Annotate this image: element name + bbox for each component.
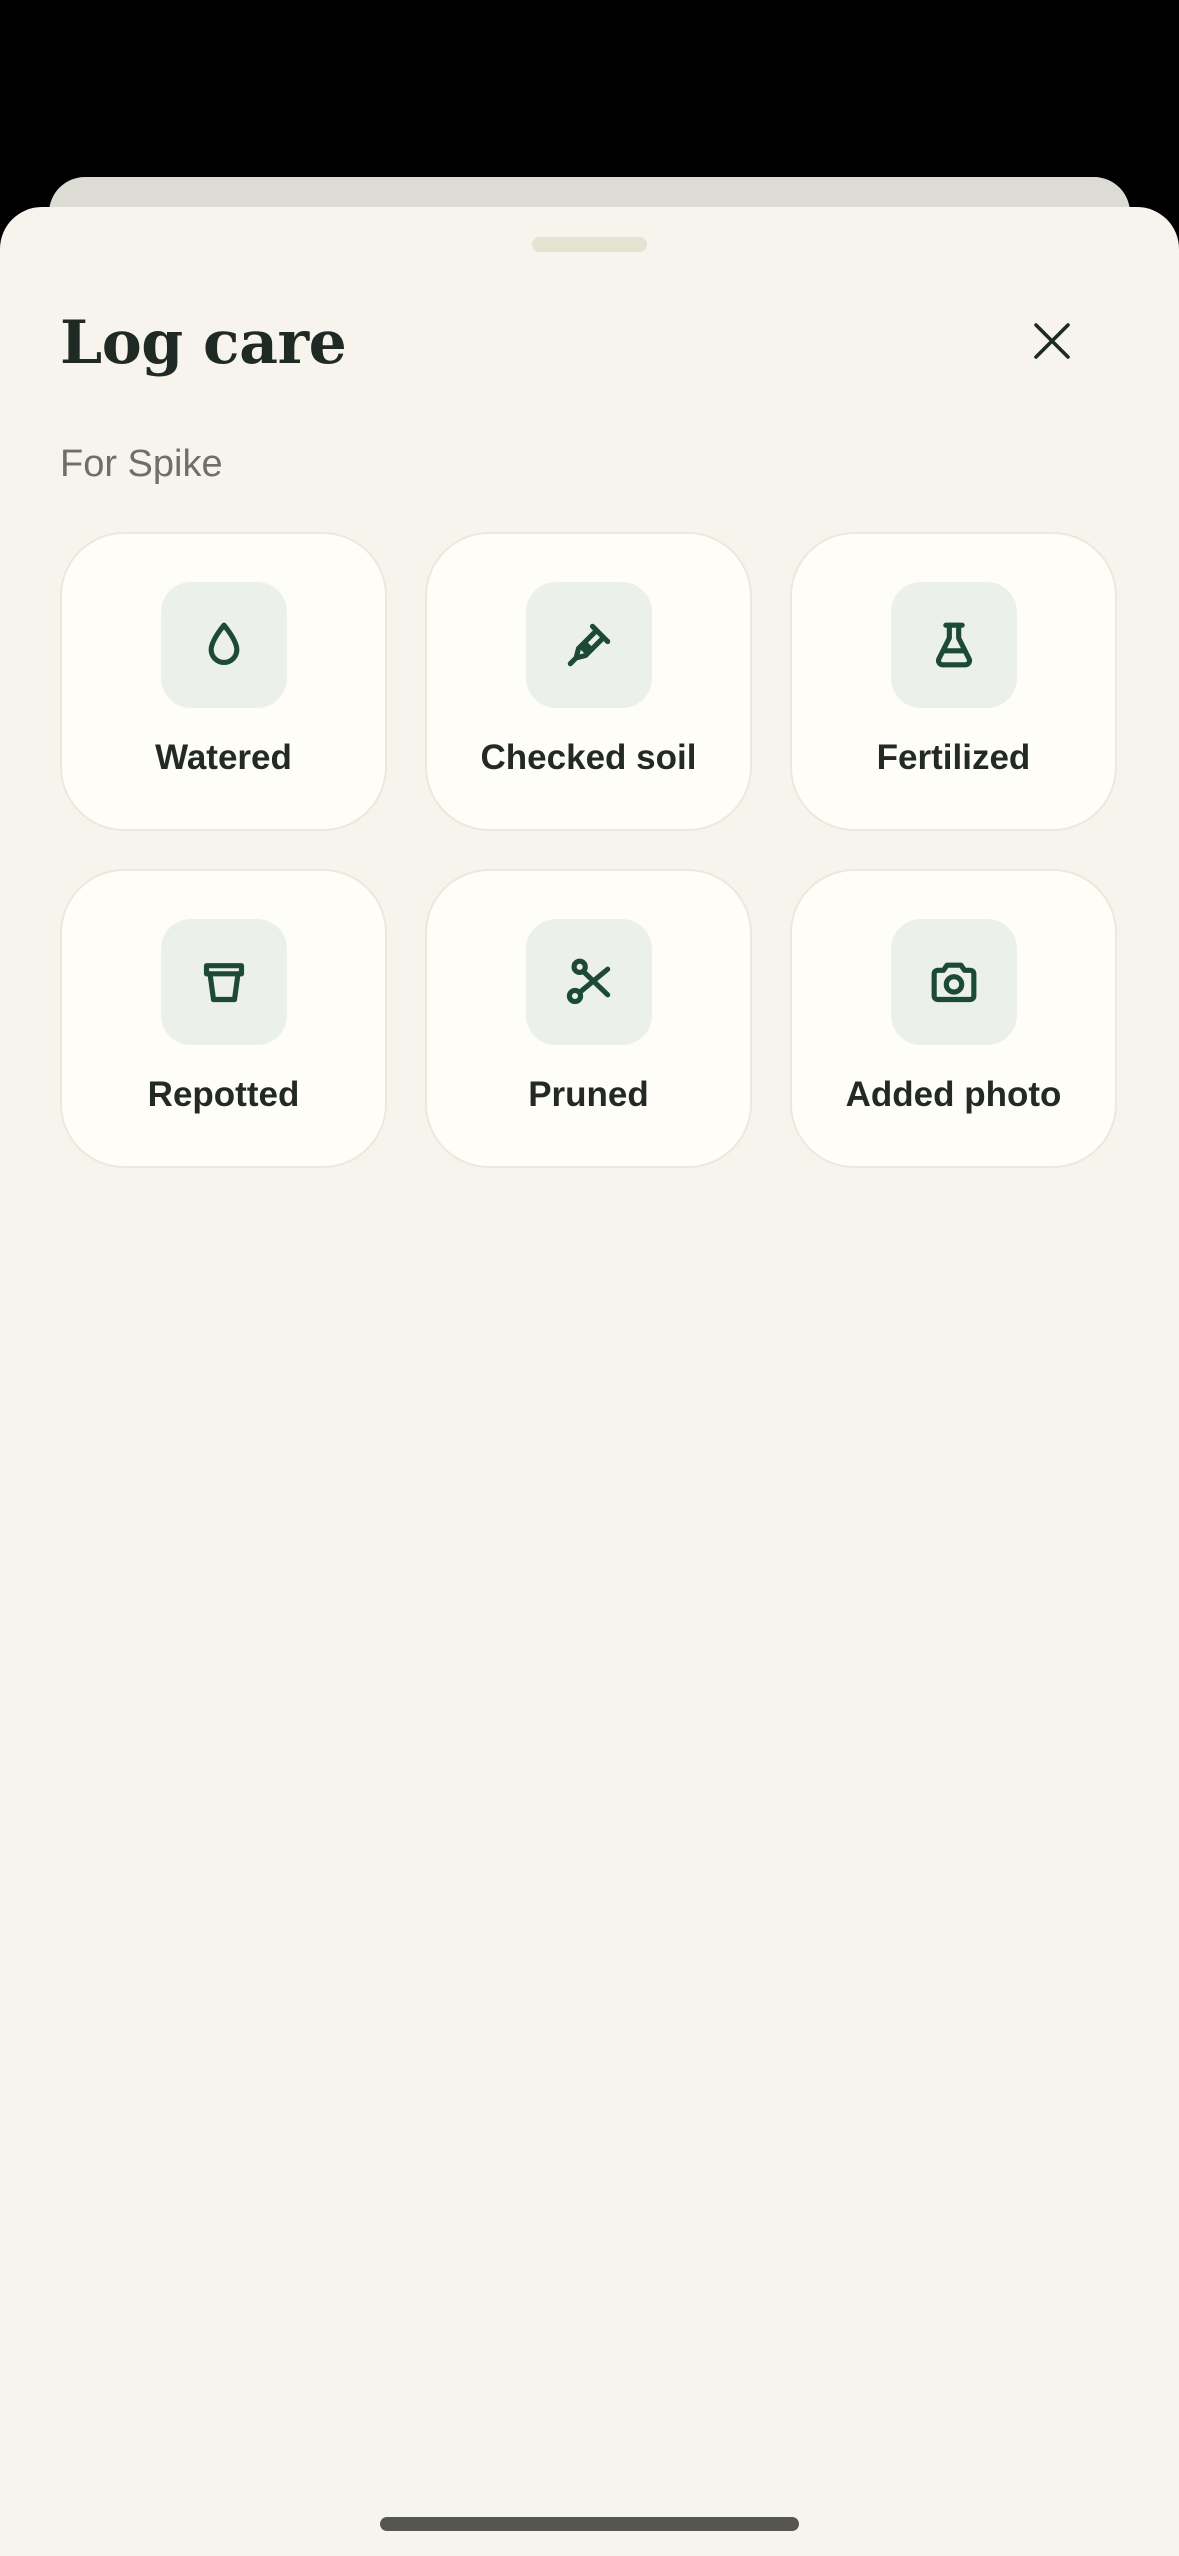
pot-icon xyxy=(203,963,244,1003)
home-indicator[interactable] xyxy=(380,2517,799,2531)
flask-icon xyxy=(935,622,972,668)
water-drop-icon xyxy=(208,622,239,666)
tile-icon-chip xyxy=(525,582,652,708)
plant-name-subtitle: For Spike xyxy=(60,443,223,485)
checked-soil-button[interactable]: Checked soil xyxy=(425,532,752,831)
tile-label: Checked soil xyxy=(480,738,697,777)
tile-label: Fertilized xyxy=(876,738,1031,777)
log-care-sheet: Log care For Spike Watered Checked soil … xyxy=(0,207,1179,2556)
sheet-grabber[interactable] xyxy=(532,237,647,252)
scissors-icon xyxy=(566,958,610,1005)
fertilized-button[interactable]: Fertilized xyxy=(790,532,1117,831)
added-photo-button[interactable]: Added photo xyxy=(790,869,1117,1168)
soil-probe-icon xyxy=(567,623,610,667)
watered-button[interactable]: Watered xyxy=(60,532,387,831)
tile-icon-chip xyxy=(890,919,1017,1045)
tile-label: Pruned xyxy=(528,1075,649,1114)
tile-label: Repotted xyxy=(147,1075,300,1114)
tile-label: Watered xyxy=(155,738,292,777)
tile-icon-chip xyxy=(525,919,652,1045)
tile-icon-chip xyxy=(160,919,287,1045)
care-actions-grid: Watered Checked soil Fertilized Repotted… xyxy=(60,532,1118,1168)
screen: Log care For Spike Watered Checked soil … xyxy=(0,0,1179,2556)
close-icon xyxy=(1034,323,1070,359)
tile-label: Added photo xyxy=(845,1075,1062,1114)
tile-icon-chip xyxy=(160,582,287,708)
repotted-button[interactable]: Repotted xyxy=(60,869,387,1168)
tile-icon-chip xyxy=(890,582,1017,708)
sheet-title: Log care xyxy=(60,308,347,378)
pruned-button[interactable]: Pruned xyxy=(425,869,752,1168)
camera-icon xyxy=(931,962,976,1003)
close-button[interactable] xyxy=(1012,301,1092,381)
